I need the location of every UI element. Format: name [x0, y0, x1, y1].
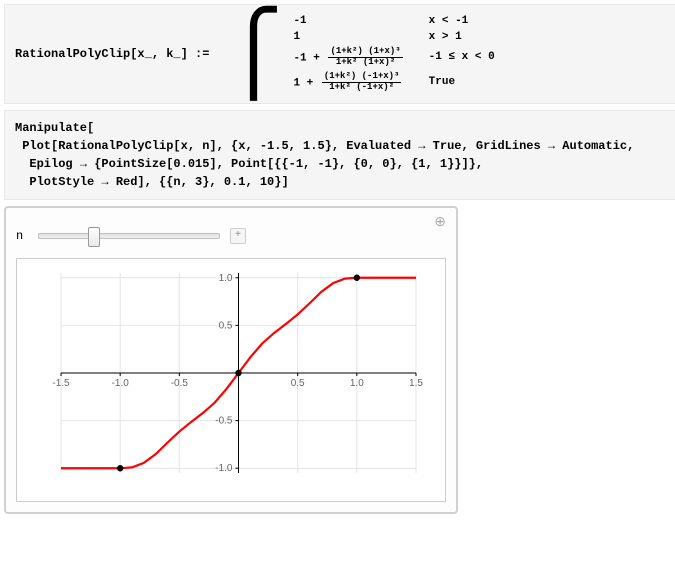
slider-thumb[interactable]: [88, 227, 100, 247]
svg-text:-1.5: -1.5: [52, 378, 70, 389]
svg-text:-0.5: -0.5: [171, 378, 189, 389]
piecewise-row: 1 x > 1: [289, 29, 514, 45]
expr-prefix: -1 +: [293, 52, 326, 64]
piecewise-cond: x < -1: [425, 13, 515, 29]
piecewise-row: -1 x < -1: [289, 13, 514, 29]
svg-text:1.0: 1.0: [219, 272, 233, 283]
piecewise-cond: True: [425, 70, 515, 95]
piecewise-cond: -1 ≤ x < 0: [425, 45, 515, 70]
slider-track[interactable]: [38, 233, 220, 239]
slider-row: n +: [16, 228, 446, 244]
piecewise-cond: x > 1: [425, 29, 515, 45]
expr-prefix: 1 +: [293, 77, 319, 89]
svg-text:1.5: 1.5: [409, 378, 423, 389]
denominator: 1+k² (1+x)²: [328, 58, 402, 68]
svg-text:-1.0: -1.0: [112, 378, 130, 389]
code-line: Manipulate[: [15, 119, 668, 137]
code-line: Plot[RationalPolyClip[x, n], {x, -1.5, 1…: [15, 137, 668, 155]
fraction: (1+k²) (1+x)³ 1+k² (1+x)²: [328, 47, 402, 68]
piecewise-row: -1 + (1+k²) (1+x)³ 1+k² (1+x)² -1 ≤ x < …: [289, 45, 514, 70]
manipulate-code-cell: Manipulate[ Plot[RationalPolyClip[x, n],…: [4, 110, 675, 200]
piecewise-row: 1 + (1+k²) (-1+x)³ 1+k² (-1+x)² True: [289, 70, 514, 95]
manipulate-panel: ⊕ n + -1.5 -1.0 -0.5 0.5 1.0 1.5 -1.0 -0.5 0.5 1.…: [4, 206, 458, 514]
fraction: (1+k²) (-1+x)³ 1+k² (-1+x)²: [322, 72, 402, 93]
svg-text:-0.5: -0.5: [215, 415, 233, 426]
piecewise-expr: -1: [289, 13, 424, 29]
piecewise-expr: 1: [289, 29, 424, 45]
piecewise-table: -1 x < -1 1 x > 1 -1 + (1+k²) (1+x)³ 1+k…: [289, 13, 514, 95]
manipulate-options-icon[interactable]: ⊕: [434, 214, 446, 231]
piecewise-expr: -1 + (1+k²) (1+x)³ 1+k² (1+x)²: [289, 45, 424, 70]
denominator: 1+k² (-1+x)²: [322, 83, 402, 93]
definition-row: RationalPolyClip[x_, k_] := ⎧ -1 x < -1 …: [15, 13, 668, 95]
code-line: Epilog → {PointSize[0.015], Point[{{-1, …: [15, 155, 668, 173]
piecewise-function: ⎧ -1 x < -1 1 x > 1 -1 + (1+k²) (1+x)³ 1…: [223, 13, 514, 95]
code-line: PlotStyle → Red], {{n, 3}, 0.1, 10}]: [15, 173, 668, 191]
slider-label: n: [16, 229, 28, 243]
piecewise-brace: ⎧: [223, 14, 283, 94]
definition-cell: RationalPolyClip[x_, k_] := ⎧ -1 x < -1 …: [4, 4, 675, 104]
definition-lhs: RationalPolyClip[x_, k_] :=: [15, 47, 209, 61]
plot-svg: -1.5 -1.0 -0.5 0.5 1.0 1.5 -1.0 -0.5 0.5 1.0: [21, 263, 431, 493]
slider-expand-button[interactable]: +: [230, 228, 246, 244]
piecewise-expr: 1 + (1+k²) (-1+x)³ 1+k² (-1+x)²: [289, 70, 424, 95]
svg-text:-1.0: -1.0: [215, 463, 233, 474]
svg-text:1.0: 1.0: [350, 378, 364, 389]
svg-text:0.5: 0.5: [219, 320, 233, 331]
plot-frame: -1.5 -1.0 -0.5 0.5 1.0 1.5 -1.0 -0.5 0.5 1.0: [16, 258, 446, 502]
svg-text:0.5: 0.5: [291, 378, 305, 389]
